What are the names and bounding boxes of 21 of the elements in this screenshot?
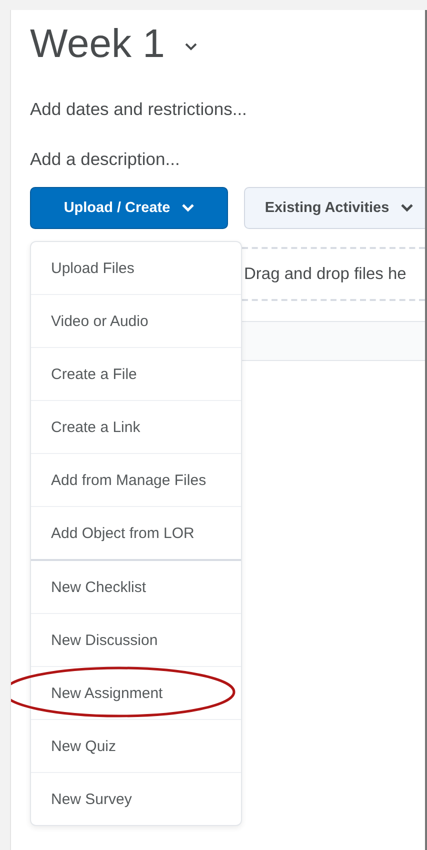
add-description-link[interactable]: Add a description... <box>30 149 425 169</box>
menu-item[interactable]: New Checklist <box>31 559 241 613</box>
drop-zone[interactable]: Drag and drop files he <box>242 247 425 301</box>
menu-item[interactable]: Upload Files <box>31 242 241 294</box>
menu-item[interactable]: New Survey <box>31 772 241 825</box>
module-title: Week 1 <box>30 22 165 67</box>
menu-item[interactable]: Create a File <box>31 347 241 400</box>
caret-icon <box>401 204 414 212</box>
menu-item[interactable]: Create a Link <box>31 400 241 453</box>
menu-item[interactable]: New Assignment <box>31 666 241 719</box>
menu-item[interactable]: Add from Manage Files <box>31 453 241 506</box>
chevron-down-icon[interactable] <box>184 42 197 50</box>
menu-item[interactable]: New Quiz <box>31 719 241 772</box>
existing-activities-button[interactable]: Existing Activities <box>244 187 425 229</box>
add-dates-link[interactable]: Add dates and restrictions... <box>30 99 425 119</box>
caret-icon <box>182 204 194 212</box>
drop-zone-text: Drag and drop files he <box>244 264 406 284</box>
menu-item[interactable]: New Discussion <box>31 613 241 666</box>
menu-item[interactable]: Video or Audio <box>31 294 241 347</box>
upload-create-button[interactable]: Upload / Create <box>30 187 228 229</box>
menu-item[interactable]: Add Object from LOR <box>31 506 241 559</box>
